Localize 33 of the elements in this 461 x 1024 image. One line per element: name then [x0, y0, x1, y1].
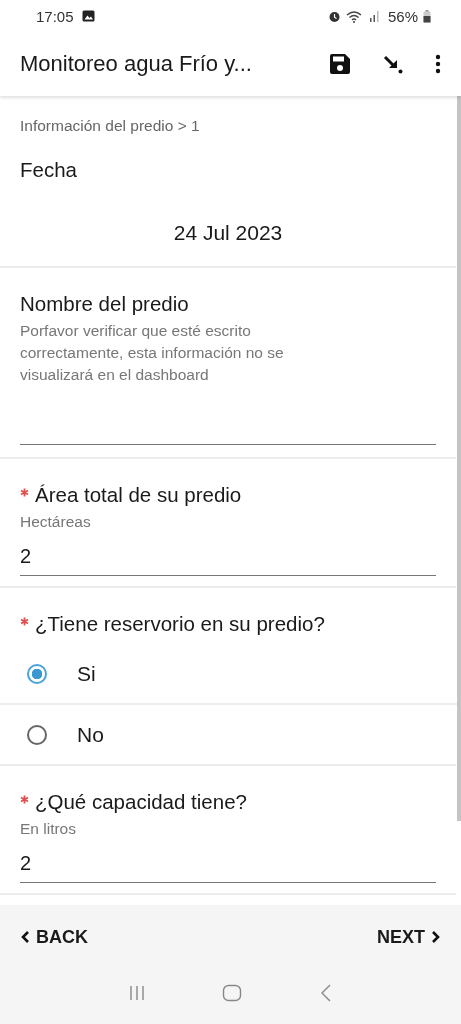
battery-icon: [423, 9, 431, 23]
home-icon[interactable]: [222, 983, 243, 1002]
question-label: ¿Qué capacidad tiene?: [35, 789, 247, 815]
question-label: Nombre del predio: [20, 291, 189, 317]
question-label: ¿Tiene reservorio en su predio?: [35, 611, 325, 637]
scrollbar[interactable]: [457, 96, 461, 821]
question-hint: Hectáreas: [20, 512, 92, 532]
question-label: Área total de su predio: [35, 482, 242, 508]
back-button[interactable]: BACK: [20, 922, 88, 952]
breadcrumb: Información del predio > 1: [19, 116, 201, 136]
question-hint: Porfavor verificar que esté escrito correctamente, esta información no se visualizará en el dashboard: [20, 321, 285, 385]
more-icon[interactable]: [435, 54, 441, 74]
save-icon[interactable]: [329, 53, 351, 75]
status-time: 17:05: [36, 7, 74, 25]
signal-icon: [368, 10, 381, 22]
chevron-right-icon: [431, 930, 441, 944]
input-field[interactable]: 2: [20, 543, 436, 576]
arrow-dot-icon[interactable]: [383, 54, 403, 74]
alarm-icon: [327, 9, 341, 23]
battery-percent: 56%: [387, 7, 418, 25]
input-field[interactable]: 2: [20, 850, 436, 883]
question-hint: En litros: [20, 819, 77, 839]
next-button[interactable]: NEXT: [377, 922, 441, 952]
option-label[interactable]: No: [77, 720, 104, 749]
image-icon: [81, 10, 95, 22]
question-label: Fecha: [20, 157, 77, 183]
radio-button[interactable]: [27, 724, 47, 745]
app-title: Monitoreo agua Frío y...: [20, 51, 253, 77]
wifi-icon: [345, 9, 364, 23]
option-label[interactable]: Si: [77, 659, 96, 688]
chevron-left-icon: [20, 930, 30, 944]
radio-selected[interactable]: [27, 663, 47, 684]
date-value[interactable]: 24 Jul 2023: [20, 220, 436, 246]
